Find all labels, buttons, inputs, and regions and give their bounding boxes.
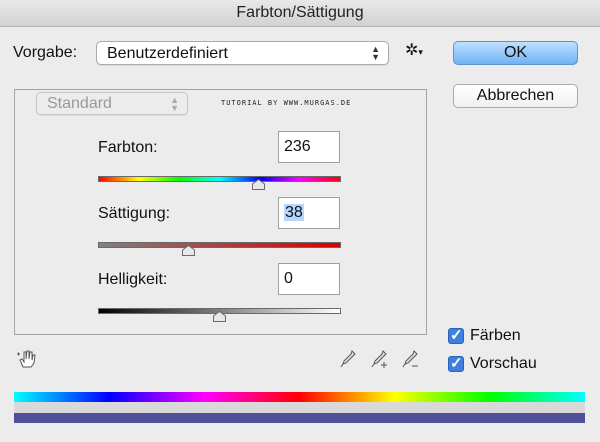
select-arrows-icon: ▲ ▼ — [371, 44, 380, 62]
hue-slider-thumb[interactable] — [252, 179, 265, 190]
select-arrows-icon: ▲ ▼ — [170, 95, 179, 113]
lightness-slider-thumb[interactable] — [213, 311, 226, 322]
lightness-label: Helligkeit: — [98, 271, 168, 288]
ok-button[interactable]: OK — [453, 41, 578, 65]
colorize-checkbox[interactable]: ✓ — [448, 327, 464, 344]
output-color-bar — [14, 413, 585, 423]
cancel-button[interactable]: Abbrechen — [453, 84, 578, 108]
range-bar — [14, 402, 585, 413]
saturation-value: 38 — [284, 204, 304, 221]
channel-select[interactable]: Standard ▲ ▼ — [36, 92, 188, 115]
hue-slider-track[interactable] — [98, 176, 341, 182]
preset-select[interactable]: Benutzerdefiniert ▲ ▼ — [96, 41, 389, 65]
hue-label: Farbton: — [98, 139, 158, 156]
input-color-bar — [14, 392, 585, 402]
window-title: Farbton/Sättigung — [0, 0, 600, 27]
saturation-slider-thumb[interactable] — [182, 245, 195, 256]
preview-label[interactable]: Vorschau — [470, 355, 537, 373]
hue-value: 236 — [284, 138, 311, 155]
lightness-input[interactable]: 0 — [278, 263, 340, 295]
preview-checkbox[interactable]: ✓ — [448, 355, 464, 372]
gear-icon[interactable]: ✲▾ — [405, 43, 423, 60]
hand-adjust-icon[interactable] — [16, 348, 38, 370]
colorize-label[interactable]: Färben — [470, 327, 521, 345]
adjustment-group — [14, 89, 427, 335]
saturation-label: Sättigung: — [98, 205, 171, 222]
lightness-value: 0 — [284, 270, 293, 287]
preset-label: Vorgabe: — [13, 44, 78, 61]
channel-value: Standard — [47, 95, 112, 112]
preset-value: Benutzerdefiniert — [107, 45, 228, 62]
eyedropper-plus-icon[interactable] — [369, 348, 391, 370]
watermark-text: TUTORIAL BY WWW.MURGAS.DE — [221, 99, 352, 107]
eyedropper-icon[interactable] — [338, 348, 358, 370]
saturation-input[interactable]: 38 — [278, 197, 340, 229]
saturation-slider-track[interactable] — [98, 242, 341, 248]
hue-input[interactable]: 236 — [278, 131, 340, 163]
eyedropper-minus-icon[interactable] — [400, 348, 422, 370]
